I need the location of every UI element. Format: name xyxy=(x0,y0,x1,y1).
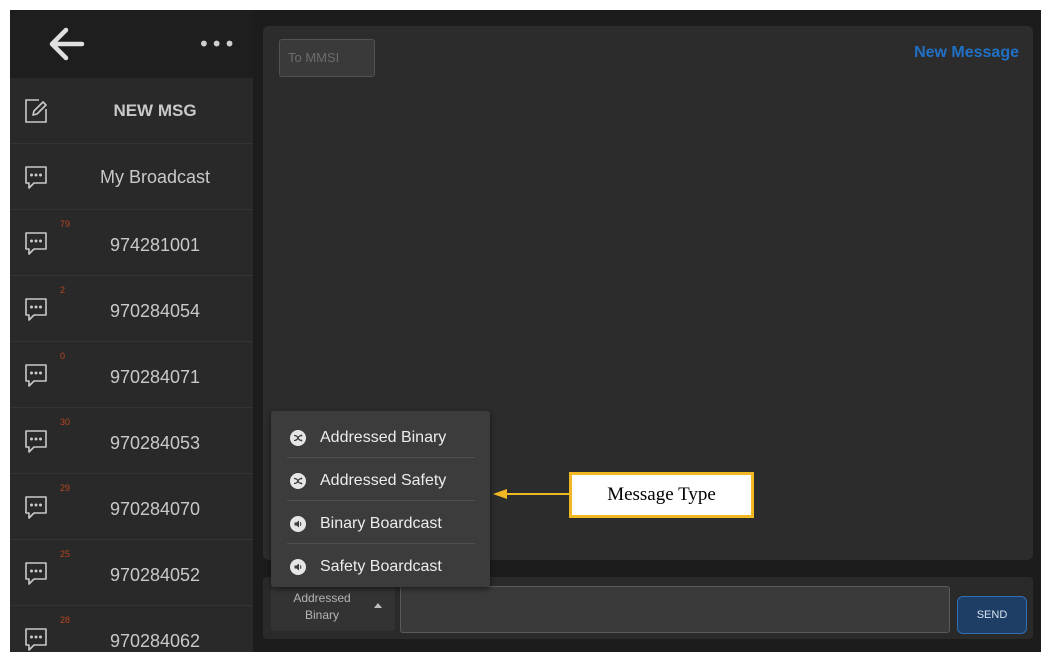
unread-count-badge: 79 xyxy=(60,219,71,229)
sidebar-item-label: 974281001 xyxy=(109,235,201,255)
chat-bubble-icon xyxy=(23,164,49,190)
sidebar-header: ••• xyxy=(10,10,253,78)
dropdown-option-label: Addressed Binary xyxy=(320,429,447,446)
sidebar-item-conversation[interactable]: 2 970284054 xyxy=(10,276,253,342)
sidebar-item-label: 970284053 xyxy=(109,433,201,453)
caret-up-icon xyxy=(374,603,382,608)
sidebar-item-label: NEW MSG xyxy=(113,101,197,120)
shuffle-icon xyxy=(290,473,306,489)
sidebar: ••• NEW MSG My Broadcast 79 974281001 2 … xyxy=(10,10,253,652)
sidebar-item-conversation[interactable]: 28 970284062 xyxy=(10,606,253,652)
sidebar-item-label: 970284052 xyxy=(109,565,201,585)
sidebar-item-conversation[interactable]: 30 970284053 xyxy=(10,408,253,474)
unread-count-badge: 0 xyxy=(60,351,66,361)
callout-label: Message Type xyxy=(569,472,754,518)
message-type-select[interactable]: Addressed Binary xyxy=(271,585,395,631)
chat-bubble-icon xyxy=(23,428,49,454)
conversation-list: NEW MSG My Broadcast 79 974281001 2 9702… xyxy=(10,78,253,652)
sidebar-item-label: 970284054 xyxy=(109,301,201,321)
shuffle-icon xyxy=(290,430,306,446)
dropdown-option-addressed-safety[interactable]: Addressed Safety xyxy=(271,458,490,502)
unread-count-badge: 28 xyxy=(60,615,71,625)
message-type-dropdown: Addressed Binary Addressed Safety Binary… xyxy=(271,411,490,587)
speaker-icon xyxy=(290,559,306,575)
dropdown-option-label: Addressed Safety xyxy=(320,472,447,489)
sidebar-item-my-broadcast[interactable]: My Broadcast xyxy=(10,144,253,210)
callout-line xyxy=(507,493,569,495)
chat-bubble-icon xyxy=(23,296,49,322)
sidebar-item-conversation[interactable]: 25 970284052 xyxy=(10,540,253,606)
to-mmsi-field[interactable]: To MMSI xyxy=(279,39,375,77)
sidebar-item-conversation[interactable]: 79 974281001 xyxy=(10,210,253,276)
sidebar-item-label: My Broadcast xyxy=(99,167,211,187)
message-type-line2: Binary xyxy=(304,608,339,622)
chat-bubble-icon xyxy=(23,494,49,520)
speaker-icon xyxy=(290,516,306,532)
sidebar-item-new-msg[interactable]: NEW MSG xyxy=(10,78,253,144)
dropdown-option-safety-boardcast[interactable]: Safety Boardcast xyxy=(271,544,490,588)
sidebar-item-label: 970284062 xyxy=(109,631,201,651)
edit-icon xyxy=(23,98,49,124)
app-window: ••• NEW MSG My Broadcast 79 974281001 2 … xyxy=(10,10,1041,652)
send-button[interactable]: SEND xyxy=(957,596,1027,634)
chat-bubble-icon xyxy=(23,230,49,256)
unread-count-badge: 2 xyxy=(60,285,66,295)
unread-count-badge: 30 xyxy=(60,417,71,427)
dropdown-option-label: Binary Boardcast xyxy=(320,515,442,532)
chat-bubble-icon xyxy=(23,626,49,652)
page-title: New Message xyxy=(914,44,1019,61)
chat-bubble-icon xyxy=(23,362,49,388)
back-arrow-icon[interactable] xyxy=(44,24,86,64)
sidebar-item-label: 970284070 xyxy=(109,499,201,519)
dropdown-option-label: Safety Boardcast xyxy=(320,558,442,575)
more-options-icon[interactable]: ••• xyxy=(198,32,235,56)
message-type-value: Addressed Binary xyxy=(277,590,367,624)
chat-bubble-icon xyxy=(23,560,49,586)
sidebar-item-label: 970284071 xyxy=(109,367,201,387)
message-input[interactable] xyxy=(400,586,950,633)
callout-arrowhead xyxy=(493,489,507,499)
dropdown-option-addressed-binary[interactable]: Addressed Binary xyxy=(271,415,490,459)
unread-count-badge: 25 xyxy=(60,549,71,559)
message-type-line1: Addressed xyxy=(293,591,351,605)
unread-count-badge: 29 xyxy=(60,483,71,493)
dropdown-option-binary-boardcast[interactable]: Binary Boardcast xyxy=(271,501,490,545)
sidebar-item-conversation[interactable]: 0 970284071 xyxy=(10,342,253,408)
sidebar-item-conversation[interactable]: 29 970284070 xyxy=(10,474,253,540)
